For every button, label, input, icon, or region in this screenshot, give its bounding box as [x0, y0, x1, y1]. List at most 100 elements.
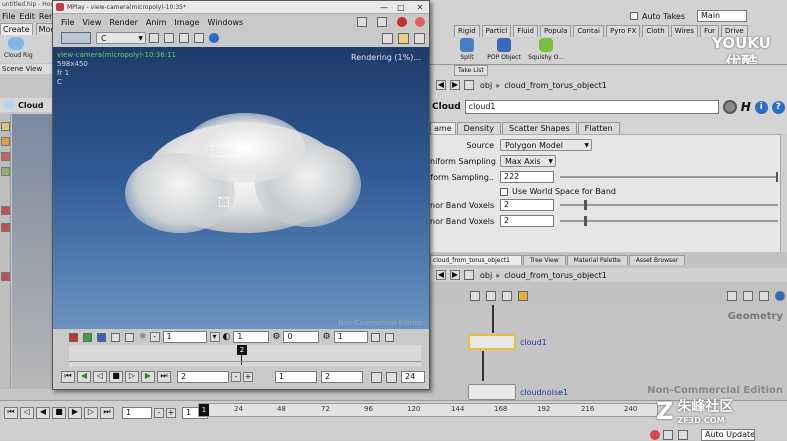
timeline-current-marker[interactable]: 1 [199, 404, 209, 416]
auto-update-select[interactable]: Auto Update [701, 429, 755, 441]
mplay-frame-increment-button[interactable]: + [243, 372, 253, 382]
row1-field-4[interactable]: 1 [333, 331, 368, 343]
shelf-tab-particles[interactable]: Particl [481, 25, 512, 37]
info-icon[interactable]: i [754, 100, 768, 114]
cloud-rig-tool[interactable]: Cloud Rig [4, 35, 33, 61]
tool-pose-icon[interactable] [1, 223, 10, 232]
mplay-menu-file[interactable]: File [61, 18, 74, 27]
row1-increment-button[interactable]: ▾ [209, 332, 220, 342]
tool-move-icon[interactable] [1, 137, 10, 146]
play-back-button[interactable]: ◀ [36, 407, 50, 419]
mplay-menu-anim[interactable]: Anim [146, 18, 167, 27]
menu-file[interactable]: File [2, 12, 15, 21]
network-path-obj[interactable]: obj [480, 271, 492, 280]
world-space-checkbox[interactable] [500, 187, 508, 196]
frame-decrement-button[interactable]: - [154, 408, 164, 418]
scene-view-tab[interactable]: Scene View [0, 64, 52, 74]
network-tool-icon-5[interactable] [727, 291, 737, 301]
color-red-icon[interactable] [69, 332, 78, 342]
band-voxels-field-1[interactable]: 2 [500, 199, 554, 211]
mplay-maximize-button[interactable]: □ [394, 3, 408, 12]
network-tool-icon-2[interactable] [486, 291, 496, 301]
form-sampling-slider[interactable] [560, 172, 778, 182]
mplay-stop-render-icon[interactable] [397, 17, 407, 27]
shelf-tab-rigid[interactable]: Rigid [454, 25, 480, 37]
tool-view-icon[interactable] [1, 272, 10, 281]
form-sampling-field[interactable]: 222 [500, 171, 554, 183]
color-alpha-icon[interactable] [111, 332, 120, 342]
mplay-grid-icon[interactable] [398, 32, 409, 44]
uniform-sampling-select[interactable]: Max Axis ▼ [500, 155, 556, 167]
mplay-view-mode-icon[interactable] [61, 32, 91, 44]
shelf-tab-cloth[interactable]: Cloth [642, 25, 669, 37]
step-back-button[interactable]: ◁ [20, 407, 34, 419]
mplay-timeline[interactable]: 2 [69, 345, 421, 367]
tab-flatten[interactable]: Flatten [577, 122, 620, 134]
band-voxels-slider-1[interactable] [560, 200, 778, 210]
zoom-fit-icon[interactable] [179, 33, 189, 43]
forward-arrow-icon[interactable]: ▶ [450, 80, 460, 90]
mplay-realtime-icon[interactable] [371, 371, 382, 383]
timeline-ruler[interactable]: 1 24 48 72 96 120 144 168 192 216 240 [198, 403, 658, 417]
color-blue-icon[interactable] [97, 332, 106, 342]
mplay-step-back-button[interactable]: ◁ [93, 371, 107, 383]
mplay-panel-icon[interactable] [414, 32, 425, 44]
mplay-menu-windows[interactable]: Windows [207, 18, 243, 27]
mplay-step-forward-button[interactable]: ▷ [125, 371, 139, 383]
network-tab-material-palette[interactable]: Material Palette [566, 255, 628, 265]
network-editor-canvas[interactable]: Geometry Non-Commercial Edition cloud1 c… [430, 305, 787, 400]
sync-icon[interactable] [678, 430, 688, 440]
network-help-icon[interactable] [775, 291, 785, 301]
tab-scatter-shapes[interactable]: Scatter Shapes [502, 122, 577, 134]
frame-increment-button[interactable]: + [166, 408, 176, 418]
current-frame-field[interactable]: 1 [122, 407, 152, 419]
red-status-icon[interactable] [650, 430, 660, 440]
network-tab-path[interactable]: cloud_from_torus_object1 [430, 255, 522, 265]
mplay-stop-button[interactable]: ■ [109, 371, 123, 383]
pop-object-tool[interactable]: POP Object [486, 38, 522, 61]
mplay-frame-decrement-button[interactable]: - [231, 372, 241, 382]
question-icon[interactable]: ? [771, 100, 785, 114]
mplay-timeline-marker[interactable]: 2 [237, 345, 247, 355]
param-path-node[interactable]: cloud_from_torus_object1 [504, 81, 607, 90]
mplay-play-back-button[interactable]: ◀ [77, 371, 91, 383]
network-tool-icon-3[interactable] [502, 291, 512, 301]
mplay-render-view[interactable]: view-camera(micropoly)-10:36:11 598x450 … [53, 47, 429, 329]
gain-icon[interactable]: ⚙ [322, 332, 330, 342]
mplay-layout-icon[interactable] [377, 17, 387, 27]
gamma-icon[interactable]: ✺ [139, 332, 147, 342]
node-cloud1[interactable]: cloud1 [468, 334, 547, 350]
shelf-tab-populate[interactable]: Popula [540, 25, 572, 37]
tab-name[interactable]: ame [430, 122, 456, 134]
scene-viewport[interactable] [12, 114, 52, 389]
mplay-jump-end-button[interactable]: ⏭ [157, 371, 171, 383]
mplay-info-icon[interactable] [209, 33, 219, 43]
mplay-menu-image[interactable]: Image [174, 18, 199, 27]
zoom-reset-icon[interactable] [194, 33, 204, 43]
zoom-out-icon[interactable] [164, 33, 174, 43]
param-path-obj[interactable]: obj [480, 81, 492, 90]
jump-start-button[interactable]: ⏮ [4, 407, 18, 419]
row1-field-2[interactable]: 1 [233, 331, 270, 343]
mplay-record-icon[interactable] [415, 17, 425, 27]
mplay-menu-view[interactable]: View [82, 18, 101, 27]
network-tool-icon-1[interactable] [470, 291, 480, 301]
network-tool-icon-7[interactable] [759, 291, 769, 301]
tab-density[interactable]: Density [456, 122, 502, 134]
zoom-in-icon[interactable] [149, 33, 159, 43]
shelf-tab-container[interactable]: Contai [573, 25, 604, 37]
play-button[interactable]: ▶ [68, 407, 82, 419]
source-select[interactable]: Polygon Model ▼ [500, 139, 592, 151]
mplay-minimize-button[interactable]: — [377, 3, 391, 12]
display-lut-icon[interactable] [125, 332, 134, 342]
back-arrow-icon[interactable]: ◀ [436, 80, 446, 90]
mplay-close-button[interactable]: ✕ [411, 3, 429, 12]
keys-icon[interactable] [663, 430, 673, 440]
mplay-options-icon[interactable] [384, 332, 394, 342]
split-tool[interactable]: Split [454, 38, 480, 61]
shelf-tab-wires[interactable]: Wires [670, 25, 699, 37]
take-list-tab[interactable]: Take List [454, 65, 488, 76]
tool-rotate-icon[interactable] [1, 152, 10, 161]
network-tab-asset-browser[interactable]: Asset Browser [628, 255, 686, 265]
node-name-field[interactable]: cloud1 [464, 100, 719, 114]
